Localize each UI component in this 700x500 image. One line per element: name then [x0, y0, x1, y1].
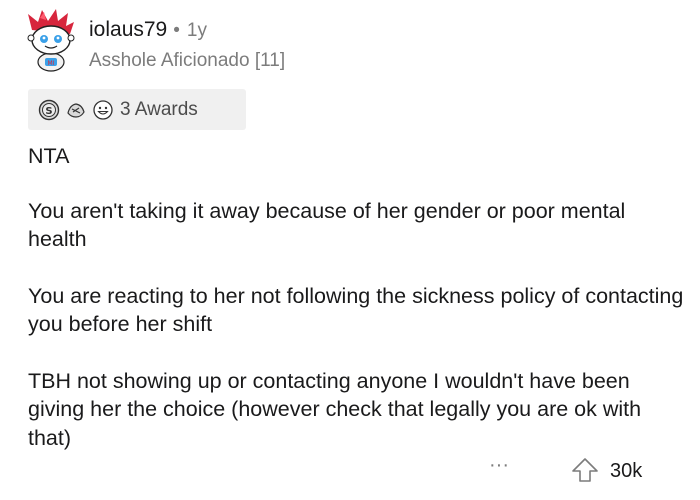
svg-text:S: S — [45, 106, 52, 117]
more-options-button[interactable]: ··· — [484, 455, 514, 478]
avatar[interactable]: MI — [22, 8, 80, 72]
comment-age: 1y — [186, 20, 207, 41]
snoo-avatar-icon: MI — [27, 9, 75, 72]
comment-actions: ··· 30k — [0, 452, 700, 492]
upvote-arrow-icon — [572, 458, 598, 482]
comment-header: MI iolaus79 • 1y Asshole Aficionado [11] — [22, 8, 682, 78]
vote-score: 30k — [610, 460, 643, 482]
comment-paragraph: NTA — [28, 144, 70, 168]
username-link[interactable]: iolaus79 — [89, 18, 167, 42]
grinning-face-award-icon — [92, 99, 114, 121]
awards-bar[interactable]: S 3 Awards — [28, 89, 246, 130]
user-flair: Asshole Aficionado [11] — [89, 50, 286, 71]
comment-paragraph: You aren't taking it away because of her… — [28, 198, 626, 252]
awards-count: 3 Awards — [120, 98, 198, 120]
upvote-button[interactable] — [570, 456, 600, 484]
comment-body: NTA You aren't taking it away because of… — [28, 142, 684, 480]
author-row: iolaus79 • 1y — [89, 18, 207, 42]
meta-separator: • — [173, 20, 180, 41]
wholesome-hands-award-icon — [65, 99, 87, 121]
comment-paragraph: You are reacting to her not following th… — [28, 283, 684, 337]
svg-text:MI: MI — [48, 60, 55, 67]
silver-award-icon: S — [38, 99, 60, 121]
comment-paragraph: TBH not showing up or contacting anyone … — [28, 368, 642, 450]
